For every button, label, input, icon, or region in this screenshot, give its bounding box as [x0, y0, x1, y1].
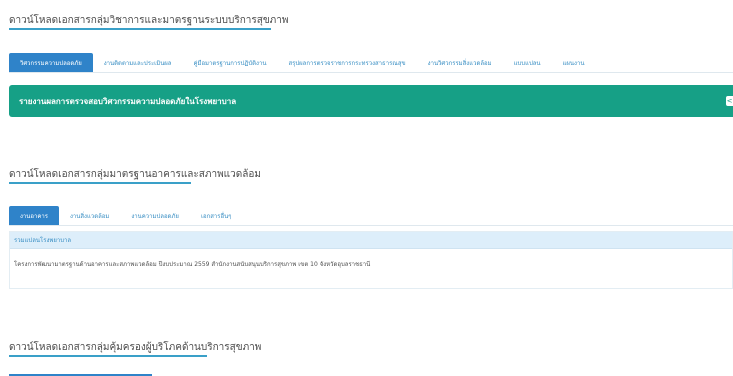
collapse-toggle-icon[interactable]: <	[726, 96, 733, 106]
tab-monitoring-evaluation[interactable]: งานติดตามและประเมินผล	[93, 53, 183, 72]
tabbar-building-environment: งานอาคาร งานสิ่งแวดล้อม งานความปลอดภัย เ…	[9, 206, 733, 226]
tab-inspection-summary[interactable]: สรุปผลการตรวจราชการกระทรวงสาธารณสุข	[277, 53, 416, 72]
tab-other-documents[interactable]: เอกสารอื่นๆ	[190, 206, 242, 225]
tab-buildings[interactable]: งานอาคาร	[9, 206, 59, 225]
tab-safety[interactable]: งานความปลอดภัย	[120, 206, 190, 225]
tabbar-academic-standards: วิศวกรรมความปลอดภัย งานติดตามและประเมินผ…	[9, 53, 733, 73]
tab-environmental-engineering[interactable]: งานวิศวกรรมสิ่งแวดล้อม	[417, 53, 503, 72]
document-link[interactable]: โครงการพัฒนามาตรฐานด้านอาคารและสภาพแวดล้…	[14, 261, 370, 268]
documents-panel: รวมแปลนโรงพยาบาล โครงการพัฒนามาตรฐานด้าน…	[9, 231, 733, 289]
tab-practice-manual[interactable]: คู่มือมาตรฐานการปฏิบัติงาน	[182, 53, 277, 72]
panel-header-hospital-plans: รวมแปลนโรงพยาบาล	[10, 232, 732, 249]
tab-plans[interactable]: แผนงาน	[552, 53, 596, 72]
document-row: โครงการพัฒนามาตรฐานด้านอาคารและสภาพแวดล้…	[10, 249, 732, 269]
tab-environment[interactable]: งานสิ่งแวดล้อม	[59, 206, 120, 225]
tab-floor-plans[interactable]: แบบแปลน	[503, 53, 552, 72]
safety-report-banner-text: รายงานผลการตรวจสอบวิศวกรรมความปลอดภัยในโ…	[19, 96, 237, 106]
section-title-underline	[9, 355, 207, 357]
section-title-underline	[9, 28, 271, 30]
section-title-underline	[9, 182, 191, 184]
tab-safety-engineering[interactable]: วิศวกรรมความปลอดภัย	[9, 53, 93, 72]
safety-report-banner[interactable]: รายงานผลการตรวจสอบวิศวกรรมความปลอดภัยในโ…	[9, 85, 733, 117]
